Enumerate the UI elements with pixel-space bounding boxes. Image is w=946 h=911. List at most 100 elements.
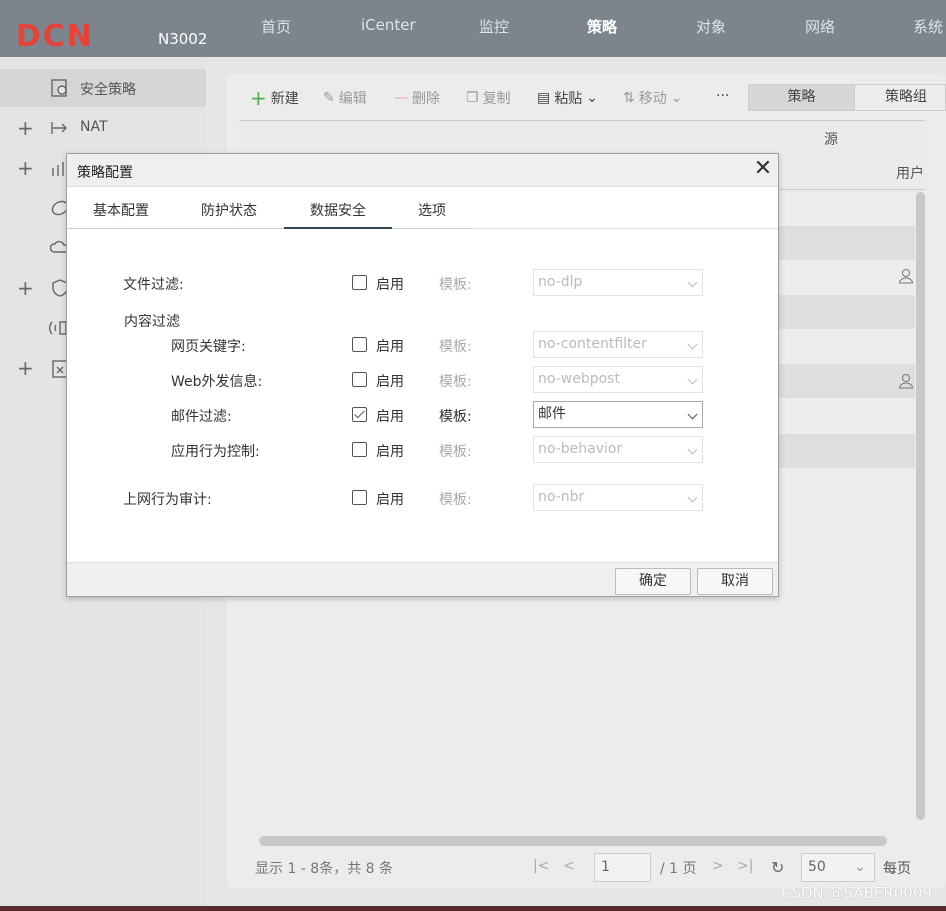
policy-icon xyxy=(51,79,67,97)
template-label: 模板: xyxy=(439,374,472,390)
tab-policy[interactable]: 策略 xyxy=(749,85,854,110)
device-model: N3002 xyxy=(158,30,208,48)
per-page-label: 每页 xyxy=(883,861,911,877)
top-nav-bar: DCN N3002 首页 iCenter 监控 策略 对象 网络 系统 xyxy=(0,0,946,57)
enable-label: 启用 xyxy=(376,339,404,355)
edit-button-label: 编辑 xyxy=(338,91,367,107)
nav-icenter[interactable]: iCenter xyxy=(361,16,416,34)
nav-monitor[interactable]: 监控 xyxy=(479,16,509,37)
delete-button-label: 删除 xyxy=(412,91,440,107)
expand-icon[interactable]: + xyxy=(17,118,34,138)
more-button[interactable]: ··· xyxy=(716,88,729,104)
dialog-tabs: 基本配置 防护状态 数据安全 选项 xyxy=(67,188,778,229)
sidebar-item-label: NAT xyxy=(80,119,108,135)
file-filter-template-select[interactable]: no-dlp xyxy=(533,269,703,296)
select-value: 邮件 xyxy=(538,406,566,422)
mail-filter-checkbox[interactable] xyxy=(352,407,367,422)
tab-basic-config[interactable]: 基本配置 xyxy=(79,188,163,229)
dialog-title: 策略配置 xyxy=(77,165,133,181)
content-filter-heading: 内容过滤 xyxy=(124,314,180,330)
tab-options[interactable]: 选项 xyxy=(405,188,459,229)
template-label: 模板: xyxy=(439,339,472,355)
internet-audit-checkbox[interactable] xyxy=(352,490,367,505)
expand-icon[interactable]: + xyxy=(17,358,34,378)
last-page-icon[interactable]: >| xyxy=(737,858,753,874)
first-page-icon[interactable]: |< xyxy=(533,858,549,874)
tab-data-security[interactable]: 数据安全 xyxy=(284,188,392,229)
horizontal-scrollbar[interactable] xyxy=(259,836,887,846)
paste-button-label: 粘贴 xyxy=(554,91,583,107)
move-button-label: 移动 xyxy=(638,91,667,107)
watermark: CSDN @SABER0009 xyxy=(781,884,932,902)
tab-protection-status[interactable]: 防护状态 xyxy=(187,188,271,229)
copy-button[interactable]: ❐ 复制 xyxy=(466,88,511,108)
next-page-icon[interactable]: > xyxy=(712,858,724,874)
select-value: no-contentfilter xyxy=(538,336,647,352)
view-switch: 策略 策略组 xyxy=(748,84,946,111)
cancel-button[interactable]: 取消 xyxy=(697,568,773,595)
column-user: 用户 xyxy=(896,166,924,182)
refresh-icon[interactable]: ↻ xyxy=(771,858,784,877)
nav-policy[interactable]: 策略 xyxy=(587,16,617,37)
pager-summary: 显示 1 - 8条，共 8 条 xyxy=(255,861,394,877)
column-source: 源 xyxy=(824,132,838,148)
template-label: 模板: xyxy=(439,444,472,460)
delete-button[interactable]: — 删除 xyxy=(394,88,440,108)
chevron-down-icon xyxy=(687,374,698,385)
nav-home[interactable]: 首页 xyxy=(261,16,291,37)
nav-network[interactable]: 网络 xyxy=(805,16,835,37)
select-value: no-dlp xyxy=(538,274,583,290)
sort-icon: ⇅ xyxy=(623,90,635,106)
chevron-down-icon xyxy=(687,409,698,420)
nat-icon xyxy=(51,122,67,134)
chevron-down-icon: ⌄ xyxy=(670,90,683,106)
nav-object[interactable]: 对象 xyxy=(696,16,726,37)
expand-icon[interactable]: + xyxy=(17,158,34,178)
chevron-down-icon xyxy=(687,492,698,503)
app-behavior-template-select[interactable]: no-behavior xyxy=(533,436,703,463)
chevron-down-icon: ⌄ xyxy=(586,90,598,106)
total-pages: / 1 页 xyxy=(660,861,697,877)
file-filter-checkbox[interactable] xyxy=(352,275,367,290)
web-keyword-label: 网页关键字: xyxy=(171,339,246,355)
web-post-checkbox[interactable] xyxy=(352,372,367,387)
move-button[interactable]: ⇅ 移动 ⌄ xyxy=(623,88,682,108)
mail-filter-label: 邮件过滤: xyxy=(171,409,232,425)
minus-icon: — xyxy=(394,90,408,106)
web-keyword-checkbox[interactable] xyxy=(352,337,367,352)
edit-button[interactable]: ✎ 编辑 xyxy=(323,88,367,108)
enable-label: 启用 xyxy=(376,492,404,508)
chevron-down-icon xyxy=(687,444,698,455)
page-size-select[interactable]: 50 ⌄ xyxy=(801,853,875,882)
web-post-label: Web外发信息: xyxy=(171,374,263,390)
ok-button[interactable]: 确定 xyxy=(615,568,691,595)
chevron-down-icon: ⌄ xyxy=(854,859,866,875)
user-icon xyxy=(898,269,914,284)
enable-label: 启用 xyxy=(376,409,404,425)
more-icon: ··· xyxy=(716,88,730,104)
template-label: 模板: xyxy=(439,277,472,293)
sidebar-item-security-policy[interactable]: 安全策略 xyxy=(0,69,206,107)
enable-label: 启用 xyxy=(376,277,404,293)
sidebar-item-nat[interactable]: + NAT xyxy=(0,109,206,147)
tab-policy-group[interactable]: 策略组 xyxy=(854,85,945,110)
app-behavior-label: 应用行为控制: xyxy=(171,444,260,460)
plus-icon: + xyxy=(250,86,267,110)
template-label: 模板: xyxy=(439,409,472,425)
dcn-logo: DCN xyxy=(16,22,92,48)
select-value: no-webpost xyxy=(538,371,620,387)
close-icon[interactable]: ✕ xyxy=(752,158,774,180)
page-number-input[interactable]: 1 xyxy=(594,853,651,882)
new-button[interactable]: + 新建 xyxy=(250,88,299,108)
web-keyword-template-select[interactable]: no-contentfilter xyxy=(533,331,703,358)
paste-button[interactable]: ▤ 粘贴 ⌄ xyxy=(537,88,598,108)
app-behavior-checkbox[interactable] xyxy=(352,442,367,457)
nav-system[interactable]: 系统 xyxy=(913,16,943,37)
template-label: 模板: xyxy=(439,492,472,508)
web-post-template-select[interactable]: no-webpost xyxy=(533,366,703,393)
expand-icon[interactable]: + xyxy=(17,278,34,298)
vertical-scrollbar[interactable] xyxy=(916,192,925,820)
mail-filter-template-select[interactable]: 邮件 xyxy=(533,401,703,428)
prev-page-icon[interactable]: < xyxy=(563,858,575,874)
internet-audit-template-select[interactable]: no-nbr xyxy=(533,484,703,511)
